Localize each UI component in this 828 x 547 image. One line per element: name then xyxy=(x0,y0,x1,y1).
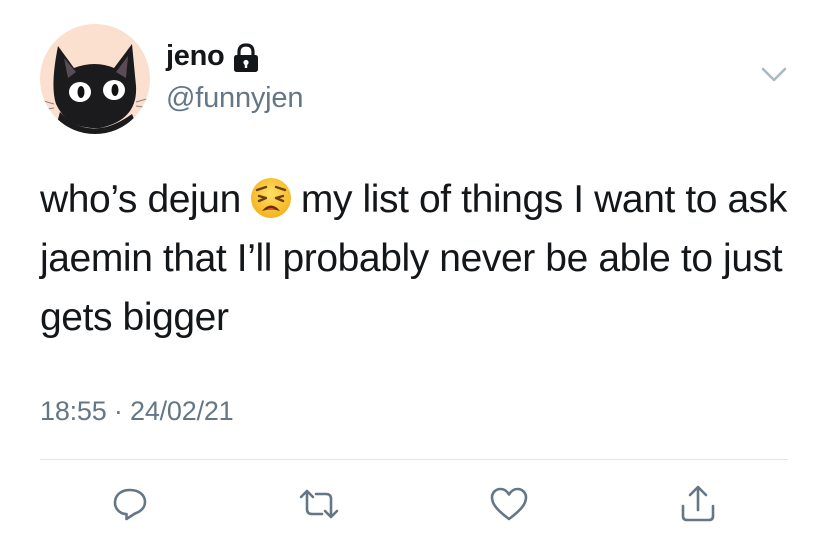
display-name[interactable]: jeno xyxy=(166,40,225,73)
tweet-date: 24/02/21 xyxy=(130,396,234,426)
black-cat-icon xyxy=(40,44,150,134)
retweet-icon xyxy=(299,489,339,519)
tweet-time: 18:55 xyxy=(40,396,107,426)
chevron-down-icon[interactable] xyxy=(760,66,788,84)
lock-icon xyxy=(234,42,259,72)
divider xyxy=(40,459,788,460)
display-name-row: jeno xyxy=(166,40,260,73)
heart-icon xyxy=(490,487,528,521)
retweet-button[interactable] xyxy=(297,482,341,526)
user-handle[interactable]: @funnyjen xyxy=(166,82,303,115)
share-icon xyxy=(681,485,715,522)
tweet: jeno @funnyjen who’s dejun my list of th… xyxy=(0,0,828,547)
like-button[interactable] xyxy=(487,482,531,526)
time-date-separator: · xyxy=(113,396,123,426)
reply-icon xyxy=(113,488,147,521)
share-button[interactable] xyxy=(676,482,720,526)
tweet-text: who’s dejun my list of things I want to … xyxy=(40,170,800,347)
tweet-text-before-emoji: who’s dejun xyxy=(40,178,241,221)
timestamp[interactable]: 18:55 · 24/02/21 xyxy=(40,396,234,427)
avatar[interactable] xyxy=(40,24,150,134)
reply-button[interactable] xyxy=(108,482,152,526)
weary-face-emoji-icon xyxy=(250,178,291,218)
